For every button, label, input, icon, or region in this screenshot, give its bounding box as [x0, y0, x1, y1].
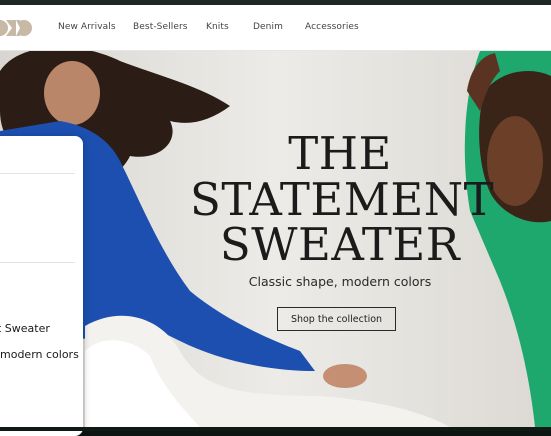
nav-knits[interactable]: Knits — [206, 22, 229, 32]
side-panel-card[interactable]: t Sweater modern colors — [0, 136, 83, 436]
nav-accessories[interactable]: Accessories — [305, 22, 359, 32]
hero-title-line-3: SWEATER — [219, 218, 461, 271]
window-bottom-bar — [0, 427, 551, 431]
brand-logo[interactable] — [0, 18, 32, 38]
site-navbar: New Arrivals Best-Sellers Knits Denim Ac… — [0, 5, 551, 51]
nav-best-sellers[interactable]: Best-Sellers — [133, 22, 188, 32]
panel-divider-1 — [0, 173, 75, 174]
hero-title-line-1: THE — [288, 127, 392, 180]
panel-subtitle: modern colors — [0, 348, 79, 361]
nav-new-arrivals[interactable]: New Arrivals — [58, 22, 116, 32]
hero-subtitle: Classic shape, modern colors — [248, 274, 432, 289]
hero-title-line-2: STATEMENT — [190, 173, 495, 226]
nav-denim[interactable]: Denim — [253, 22, 283, 32]
panel-divider-2 — [0, 262, 75, 263]
shop-collection-button[interactable]: Shop the collection — [277, 307, 396, 331]
panel-title: t Sweater — [0, 322, 50, 335]
